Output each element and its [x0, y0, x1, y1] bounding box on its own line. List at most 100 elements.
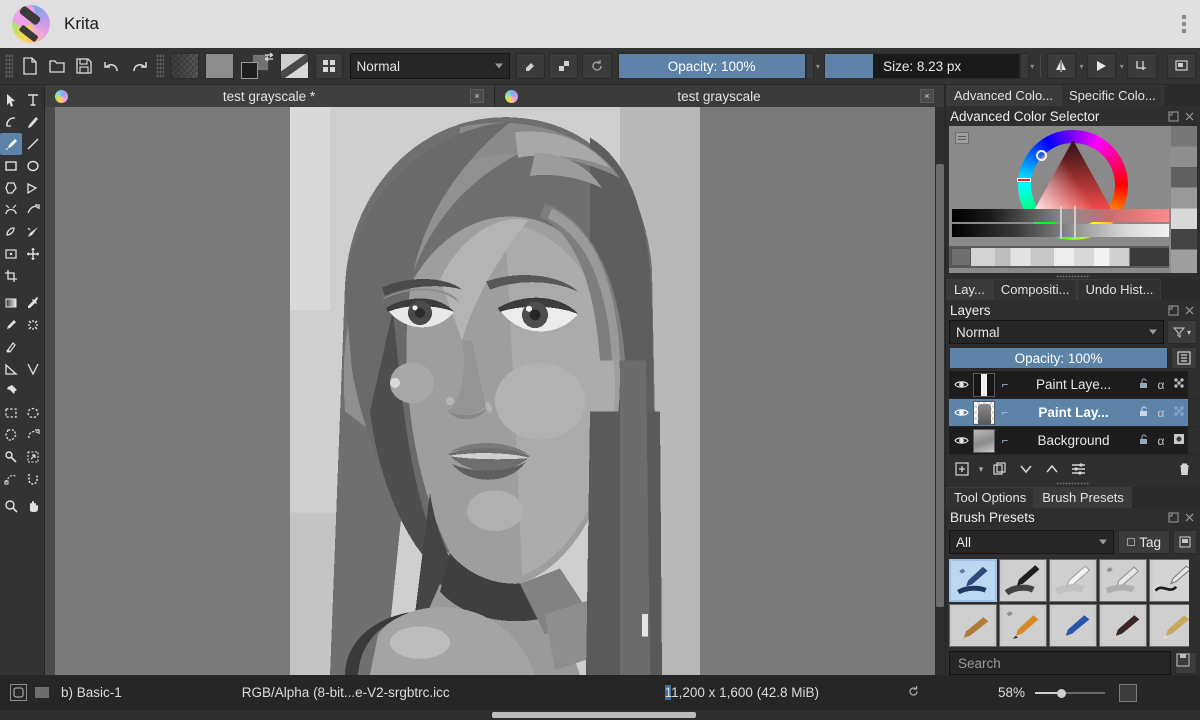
freehand-path-tool[interactable]	[22, 199, 44, 221]
alpha-inherit-icon[interactable]: α	[1152, 406, 1170, 420]
opacity-spinner[interactable]	[805, 53, 815, 79]
layer-list-scrollbar[interactable]	[1188, 427, 1197, 455]
float-docker-icon[interactable]	[1167, 511, 1180, 524]
brush-preset-preview[interactable]	[279, 53, 310, 79]
color-patches-strip[interactable]	[1171, 126, 1197, 274]
smart-patch-tool[interactable]	[22, 314, 44, 336]
size-dropdown-icon[interactable]: ▾	[1029, 62, 1036, 71]
soft-brush-preset[interactable]	[1049, 559, 1097, 603]
fit-to-page-icon[interactable]	[1119, 683, 1137, 702]
magic-wand-icon[interactable]	[0, 446, 22, 468]
selector-settings-icon[interactable]	[955, 132, 969, 145]
zoom-slider[interactable]	[1035, 686, 1105, 700]
mirror-horizontal-icon[interactable]	[1046, 53, 1077, 79]
workspace-chooser-icon[interactable]	[1166, 53, 1196, 79]
gradient-preview[interactable]	[169, 53, 199, 79]
toolbar-grip-2[interactable]	[155, 54, 164, 78]
reload-preset-icon[interactable]	[582, 53, 612, 79]
tag-settings-icon[interactable]	[1173, 530, 1197, 555]
size-slider[interactable]: Size: 8.23 px	[824, 53, 1020, 79]
tag-filter-combo[interactable]: All	[949, 530, 1115, 555]
calligraphy-tool[interactable]	[22, 111, 44, 133]
alpha-inherit-icon[interactable]: α	[1152, 378, 1170, 392]
color-history-strip[interactable]	[949, 246, 1169, 269]
layer-filter-icon[interactable]: ▾	[1167, 320, 1197, 345]
new-document-icon[interactable]	[16, 52, 43, 80]
magnetic-select-icon[interactable]	[22, 468, 44, 490]
edit-shapes-tool[interactable]	[0, 111, 22, 133]
layer-properties-icon[interactable]	[1171, 347, 1197, 370]
foreground-background-colors[interactable]	[241, 52, 274, 80]
save-preset-icon[interactable]	[1175, 652, 1197, 675]
close-docker-icon[interactable]	[1183, 511, 1196, 524]
move-layer-down-button[interactable]	[1013, 458, 1039, 480]
text-tool[interactable]	[22, 89, 44, 111]
ink-brush-preset[interactable]	[999, 559, 1047, 603]
basic-1-preset[interactable]	[949, 559, 997, 603]
preserve-alpha-icon[interactable]	[548, 53, 579, 79]
tab-brush-presets[interactable]: Brush Presets	[1034, 486, 1132, 508]
move-tool[interactable]	[22, 243, 44, 265]
move-layer-up-button[interactable]	[1039, 458, 1065, 480]
size-spinner[interactable]	[1020, 53, 1029, 79]
layer-list-scrollbar[interactable]	[1188, 399, 1197, 427]
onion-skin-icon[interactable]	[1170, 377, 1188, 392]
document-tab-1[interactable]: test grayscale * ×	[45, 85, 495, 107]
undo-arrow-icon[interactable]	[98, 52, 125, 80]
ellipse-tool[interactable]	[22, 155, 44, 177]
zoom-tool[interactable]	[0, 495, 22, 517]
tab-undo-history[interactable]: Undo Hist...	[1077, 279, 1162, 301]
add-layer-dropdown[interactable]: ▾	[975, 458, 987, 480]
similar-select-icon[interactable]	[22, 446, 44, 468]
tag-button[interactable]: Tag	[1118, 530, 1170, 555]
document-tab-2[interactable]: test grayscale ×	[495, 85, 945, 107]
wrap-around-mode-icon[interactable]	[1127, 53, 1157, 79]
tab-advanced-color-selector[interactable]: Advanced Colo...	[946, 85, 1062, 107]
pattern-preview[interactable]	[205, 53, 235, 79]
close-docker-icon[interactable]	[1183, 304, 1196, 317]
select-shapes-tool[interactable]	[0, 89, 22, 111]
table-row[interactable]: ⌐ Background α	[949, 427, 1197, 456]
toolbar-grip[interactable]	[5, 54, 13, 78]
canvas-horizontal-scrollbar[interactable]	[0, 710, 1200, 720]
pin-icon[interactable]	[0, 380, 22, 402]
blending-mode-combo[interactable]: Normal	[349, 53, 510, 79]
polyline-tool[interactable]	[22, 177, 44, 199]
transform-tool[interactable]	[0, 243, 22, 265]
colorize-mask-tool[interactable]	[0, 336, 22, 358]
unlocked-icon[interactable]	[1134, 378, 1152, 392]
freehand-select-tool[interactable]	[22, 424, 44, 446]
toggle-selection-icon[interactable]	[35, 687, 49, 698]
airbrush-preset[interactable]	[1099, 559, 1147, 603]
canvas-vertical-scrollbar[interactable]	[935, 107, 945, 675]
float-docker-icon[interactable]	[1167, 110, 1180, 123]
value-bars[interactable]	[952, 206, 1169, 240]
reset-history-icon[interactable]	[951, 248, 971, 267]
tab-specific-color-selector[interactable]: Specific Colo...	[1061, 85, 1164, 107]
measure-tool[interactable]	[0, 358, 22, 380]
freehand-brush-tool[interactable]	[0, 133, 22, 155]
mirror-h-dropdown-icon[interactable]: ▾	[1078, 62, 1085, 71]
recent-colors[interactable]	[971, 248, 1169, 267]
tag-checkbox[interactable]	[1127, 538, 1136, 547]
close-docker-icon[interactable]	[1183, 110, 1196, 123]
blue-pencil-preset[interactable]	[1049, 604, 1097, 648]
onion-skin-icon[interactable]	[1170, 405, 1188, 420]
unlocked-icon[interactable]	[1134, 434, 1152, 448]
line-tool[interactable]	[22, 133, 44, 155]
layer-blending-mode-combo[interactable]: Normal	[949, 320, 1164, 345]
layer-opacity-slider[interactable]: Opacity: 100%	[949, 347, 1168, 370]
open-folder-icon[interactable]	[43, 52, 70, 80]
gradient-tool[interactable]	[0, 292, 22, 314]
color-cursor[interactable]	[1036, 150, 1047, 162]
elliptical-select-tool[interactable]	[22, 402, 44, 424]
duplicate-layer-button[interactable]	[987, 458, 1013, 480]
close-tab-button[interactable]: ×	[470, 89, 484, 103]
layer-list-scrollbar[interactable]	[1188, 371, 1197, 399]
rectangle-tool[interactable]	[0, 155, 22, 177]
redo-arrow-icon[interactable]	[125, 52, 152, 80]
eye-icon[interactable]	[949, 407, 973, 418]
assistant-tool[interactable]	[22, 358, 44, 380]
table-row[interactable]: ⌐ Paint Lay... α	[949, 399, 1197, 428]
add-layer-button[interactable]	[949, 458, 975, 480]
